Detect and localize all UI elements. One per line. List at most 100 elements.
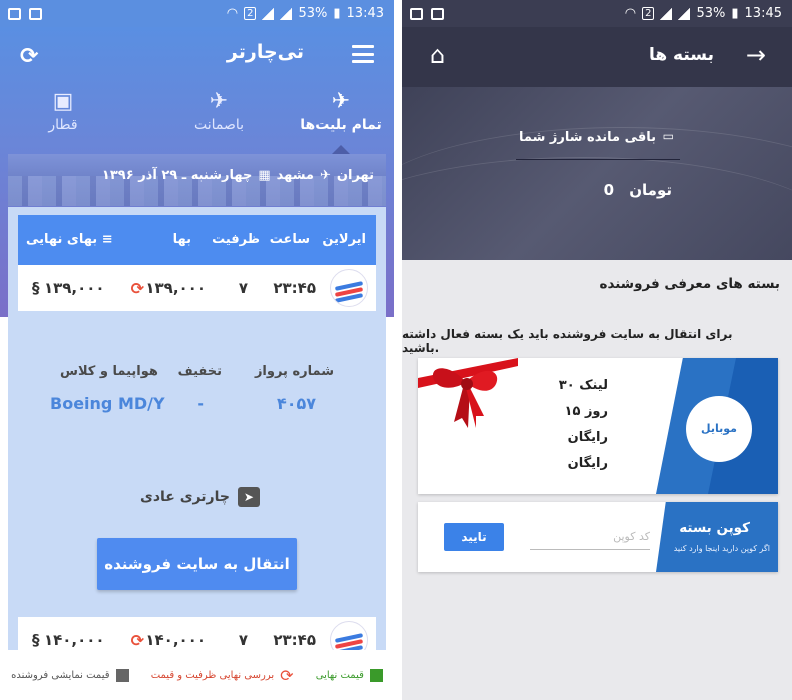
status-bar: ◠ 2 53% ▮ 13:43	[0, 0, 394, 27]
tab-train[interactable]: ▣ قطار	[18, 87, 108, 133]
ticket-icon: §	[32, 631, 40, 649]
row-capacity: ۷	[238, 631, 248, 649]
airplane-icon: ✈	[331, 89, 351, 114]
origin-city: تهران	[336, 168, 374, 183]
credit-unit: تومان	[629, 181, 672, 199]
page-title: بسته ها	[648, 45, 714, 65]
screenshot-notif-icon	[8, 7, 21, 20]
airline-logo	[330, 269, 368, 307]
row-final-price-value: ۱۳۹,۰۰۰	[43, 279, 105, 297]
package-feature: رایگان	[567, 456, 608, 471]
price-legend: قیمت نمایشی فروشنده بررسی نهایی ظرفیت و …	[0, 650, 394, 700]
airplane-icon: ✈	[319, 168, 331, 183]
legend-final-price: قیمت نهایی	[315, 668, 383, 682]
destination-city: مشهد	[276, 168, 314, 183]
flight-number-label: شماره پرواز	[254, 364, 334, 379]
tab-bar: ✈ تمام بلیت‌ها ✈ باصمانت ▣ قطار	[0, 83, 394, 154]
legend-label: بررسی نهایی ظرفیت و قیمت	[150, 669, 275, 681]
left-phone-screen: ◠ 2 53% ▮ 13:43 ⟳ تی‌چارتر ✈ تمام بلیت‌ه…	[0, 0, 394, 700]
credit-amount: 0	[603, 181, 614, 199]
divider	[394, 0, 402, 700]
credit-label: باقی مانده شارژ شما	[518, 130, 656, 145]
row-time: ۲۳:۴۵	[273, 631, 316, 649]
calendar-icon: ▦	[258, 168, 271, 183]
back-arrow-icon[interactable]: →	[746, 41, 766, 69]
recheck-icon: ⟳	[280, 665, 294, 685]
col-capacity[interactable]: ظرفیت	[212, 232, 260, 247]
tab-label: تمام بلیت‌ها	[300, 117, 382, 133]
legend-swatch-gray	[115, 668, 129, 682]
col-final-price[interactable]: بهای نهایی ≡	[26, 232, 113, 247]
route-banner: تهران ✈ مشهد ▦ چهارشنبه ـ ۲۹ آذر ۱۳۹۶	[8, 154, 386, 206]
credit-panel: باقی مانده شارژ شما ▭ 0 تومان	[402, 87, 792, 260]
hamburger-menu-icon[interactable]	[352, 45, 374, 63]
battery-icon: ▮	[731, 6, 739, 21]
go-to-seller-button[interactable]: انتقال به سایت فروشنده	[97, 538, 297, 590]
gift-ribbon-icon	[418, 358, 518, 428]
legend-swatch-green	[369, 668, 383, 682]
package-card[interactable]: موبایل ۳۰ لینک ۱۵ روز رایگان رایگان	[418, 358, 778, 494]
tab-label: باصمانت	[193, 117, 245, 133]
airplane-icon: ✈	[209, 89, 229, 114]
status-bar: ◠ 2 53% ▮ 13:45	[402, 0, 792, 27]
row-time: ۲۳:۴۵	[273, 279, 316, 297]
charter-type: چارتری عادی ➤	[140, 487, 260, 507]
table-row[interactable]: ۲۳:۴۵ ۷ ۱۳۹,۰۰۰ ⟳ § ۱۳۹,۰۰۰	[18, 265, 376, 311]
row-capacity: ۷	[238, 279, 248, 297]
row-price: ۱۳۹,۰۰۰	[145, 279, 206, 297]
legend-label: قیمت نهایی	[315, 669, 364, 681]
credit-card-icon: ▭	[662, 129, 674, 143]
package-badge: موبایل	[686, 396, 752, 462]
right-phone-screen: ◠ 2 53% ▮ 13:45 ⌂ بسته ها → باقی مانده ش…	[402, 0, 792, 700]
col-price[interactable]: بها	[173, 232, 191, 247]
app-bar: ⌂ بسته ها →	[402, 27, 792, 87]
table-header: ایرلاین ساعت ظرفیت بها بهای نهایی ≡	[18, 215, 376, 265]
tab-label: قطار	[48, 117, 78, 133]
packages-title: بسته های معرفی فروشنده	[599, 276, 780, 292]
packages-note: برای انتقال به سایت فروشنده باید یک بسته…	[402, 327, 733, 355]
recheck-icon: ⟳	[130, 279, 144, 298]
app-title: تی‌چارتر	[226, 41, 304, 63]
package-feature: رایگان	[567, 430, 608, 445]
screenshot-notif-icon	[410, 7, 423, 20]
package-feature: ۳۰ لینک	[558, 378, 608, 393]
signal-icon	[262, 7, 275, 20]
credit-divider	[516, 159, 680, 160]
coupon-title: کوپن بسته	[679, 520, 750, 536]
tab-basemant[interactable]: ✈ باصمانت	[174, 87, 264, 133]
route-summary: تهران ✈ مشهد ▦ چهارشنبه ـ ۲۹ آذر ۱۳۹۶	[102, 168, 374, 183]
sim-icon: 2	[642, 7, 655, 20]
coupon-subtitle: اگر کوپن دارید اینجا وارد کنید	[673, 544, 770, 553]
paper-plane-icon: ➤	[237, 487, 260, 507]
coupon-code-input[interactable]	[530, 524, 650, 550]
clock: 13:43	[346, 6, 384, 21]
legend-seller-price: قیمت نمایشی فروشنده	[11, 668, 129, 682]
refresh-icon[interactable]: ⟳	[20, 44, 38, 69]
android-notif-icon	[29, 7, 42, 20]
flight-date: چهارشنبه ـ ۲۹ آذر ۱۳۹۶	[101, 168, 253, 183]
sort-icon: ≡	[101, 232, 113, 247]
flight-results: ایرلاین ساعت ظرفیت بها بهای نهایی ≡ ۲۳:۴…	[8, 207, 386, 700]
signal-icon	[660, 7, 673, 20]
aircraft-label: هواپیما و کلاس	[60, 364, 158, 379]
col-airline[interactable]: ایرلاین	[322, 232, 366, 247]
recheck-icon: ⟳	[130, 631, 144, 650]
battery-icon: ▮	[333, 6, 341, 21]
col-final-price-label: بهای نهایی	[26, 232, 98, 247]
screenshot-pair: ◠ 2 53% ▮ 13:43 ⟳ تی‌چارتر ✈ تمام بلیت‌ه…	[0, 0, 792, 700]
row-final-price: § ۱۳۹,۰۰۰	[32, 279, 105, 297]
package-feature: ۱۵ روز	[564, 404, 608, 419]
ticket-icon: §	[32, 279, 40, 297]
home-icon[interactable]: ⌂	[430, 41, 445, 69]
coupon-confirm-button[interactable]: تایید	[444, 523, 504, 551]
row-price: ۱۴۰,۰۰۰	[145, 631, 206, 649]
sim-icon: 2	[244, 7, 257, 20]
app-bar: ⟳ تی‌چارتر	[0, 27, 394, 83]
battery-percent: 53%	[696, 6, 726, 21]
signal-2-icon	[678, 7, 691, 20]
legend-label: قیمت نمایشی فروشنده	[11, 669, 110, 681]
row-final-price: § ۱۴۰,۰۰۰	[32, 631, 105, 649]
tab-all-tickets[interactable]: ✈ تمام بلیت‌ها	[296, 87, 386, 133]
col-time[interactable]: ساعت	[270, 232, 310, 247]
row-final-price-value: ۱۴۰,۰۰۰	[43, 631, 105, 649]
